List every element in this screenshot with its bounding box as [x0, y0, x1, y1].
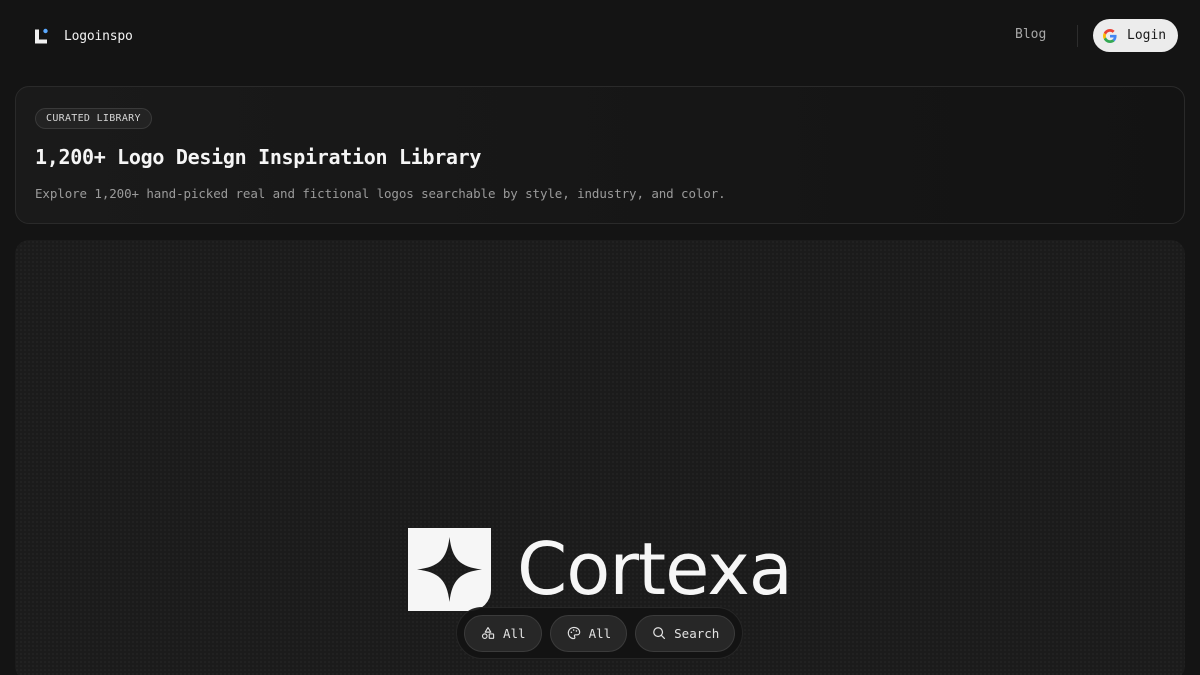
hero-card: CURATED LIBRARY 1,200+ Logo Design Inspi… — [15, 86, 1185, 224]
four-point-star-icon — [408, 527, 491, 611]
curated-library-badge: CURATED LIBRARY — [35, 108, 152, 129]
logoinspo-mark-icon — [35, 28, 48, 43]
page-title: 1,200+ Logo Design Inspiration Library — [35, 145, 482, 169]
login-label: Login — [1127, 28, 1167, 43]
color-filter-label: All — [588, 625, 612, 641]
page-subtitle: Explore 1,200+ hand-picked real and fict… — [35, 186, 726, 201]
google-icon — [1103, 28, 1117, 43]
brand[interactable]: Logoinspo — [33, 26, 133, 46]
blog-link[interactable]: Blog — [1015, 27, 1046, 42]
filter-bar: All All Search — [456, 607, 743, 659]
search-label: Search — [674, 625, 720, 641]
color-filter-button[interactable]: All — [549, 614, 628, 652]
brand-name: Logoinspo — [64, 28, 133, 44]
search-icon — [653, 627, 666, 640]
page: Logoinspo Blog Login CURATED LIBRARY 1,2… — [0, 0, 1200, 675]
login-button[interactable]: Login — [1093, 19, 1178, 52]
style-filter-button[interactable]: All — [464, 614, 542, 652]
top-nav: Logoinspo Blog Login — [0, 0, 1200, 72]
style-filter-label: All — [503, 625, 526, 641]
featured-logo-wordmark: Cortexa — [517, 527, 793, 611]
featured-logo[interactable]: Cortexa — [408, 527, 793, 611]
palette-icon — [567, 626, 580, 640]
search-button[interactable]: Search — [635, 614, 736, 652]
shapes-icon — [481, 627, 495, 639]
nav-divider — [1077, 25, 1078, 47]
